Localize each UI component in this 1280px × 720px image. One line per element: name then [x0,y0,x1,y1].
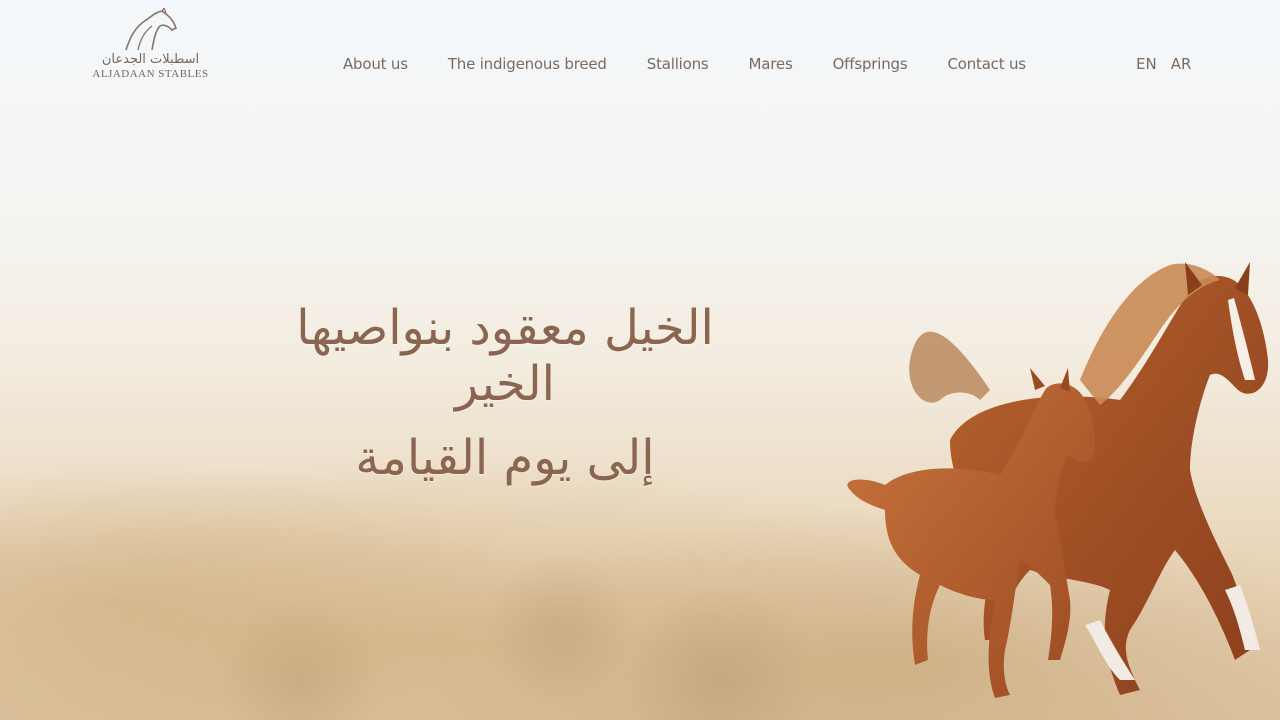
logo-english-text: ALJADAAN STABLES [92,68,209,80]
nav-offsprings[interactable]: Offsprings [833,55,908,73]
lang-en-link[interactable]: EN [1136,55,1157,73]
main-nav: About us The indigenous breed Stallions … [343,55,1066,73]
nav-about-us[interactable]: About us [343,55,408,73]
logo[interactable]: اسطبلات الجدعان ALJADAAN STABLES [88,8,213,86]
nav-indigenous-breed[interactable]: The indigenous breed [448,55,607,73]
hero-line-1: الخيل معقود بنواصيها الخير [296,300,714,412]
logo-arabic-text: اسطبلات الجدعان [101,52,200,67]
language-switcher: EN AR [1136,55,1205,73]
nav-mares[interactable]: Mares [749,55,793,73]
nav-stallions[interactable]: Stallions [647,55,709,73]
nav-contact-us[interactable]: Contact us [947,55,1026,73]
hero-line-2: إلى يوم القيامة [355,430,655,486]
horses-image [847,262,1269,698]
lang-ar-link[interactable]: AR [1171,55,1192,73]
horse-head-icon [125,8,177,51]
